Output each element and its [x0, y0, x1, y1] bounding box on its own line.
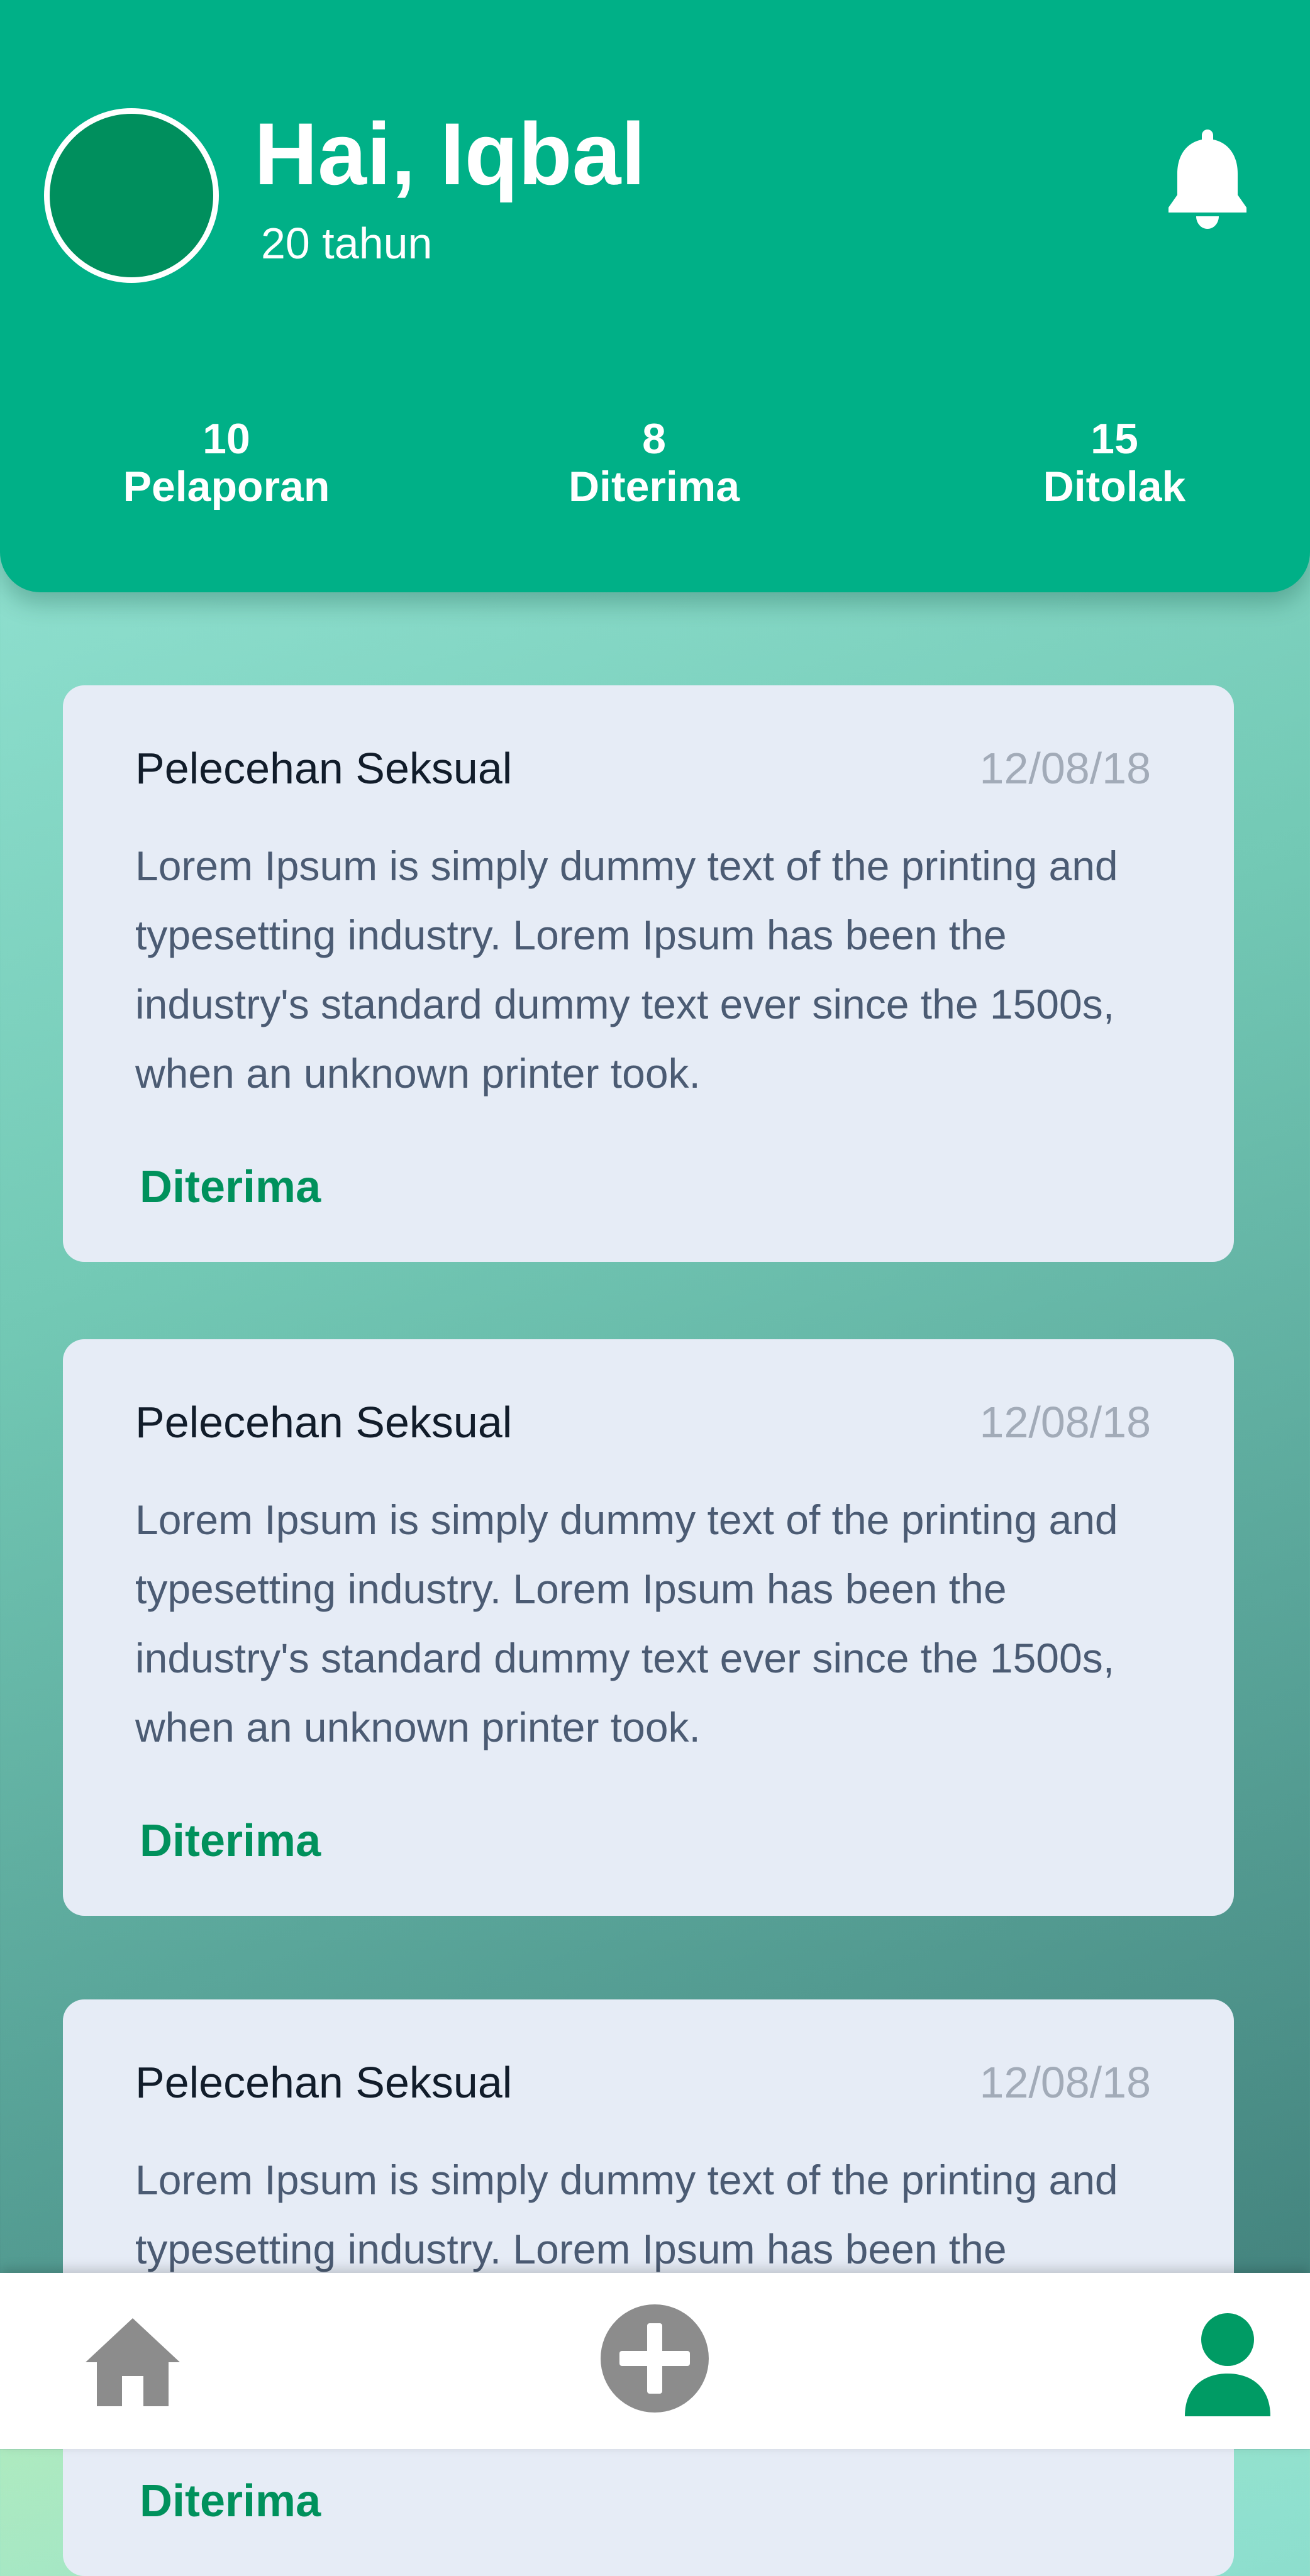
stat-value: 15 — [1091, 415, 1138, 463]
stat-value: 10 — [203, 415, 250, 463]
report-card[interactable]: Pelecehan Seksual 12/08/18 Lorem Ipsum i… — [63, 685, 1234, 1262]
stat-label: Ditolak — [1043, 463, 1186, 511]
greeting-title: Hai, Iqbal — [254, 104, 646, 203]
report-title: Pelecehan Seksual — [135, 2058, 513, 2107]
stat-ditolak[interactable]: 15 Ditolak — [982, 415, 1246, 511]
report-date: 12/08/18 — [979, 744, 1151, 793]
bell-icon[interactable] — [1163, 124, 1252, 231]
bottom-navigation — [0, 2273, 1310, 2449]
plus-circle-icon[interactable] — [599, 2303, 710, 2414]
report-description: Lorem Ipsum is simply dummy text of the … — [135, 843, 1118, 1097]
stat-value: 8 — [642, 415, 666, 463]
stat-diterima[interactable]: 8 Diterima — [522, 415, 786, 511]
report-title: Pelecehan Seksual — [135, 744, 513, 793]
report-date: 12/08/18 — [979, 2058, 1151, 2107]
profile-header: Hai, Iqbal 20 tahun 10 Pelaporan 8 Diter… — [0, 0, 1310, 592]
report-status[interactable]: Diterima — [140, 2474, 321, 2528]
user-icon[interactable] — [1182, 2311, 1273, 2416]
stat-label: Pelaporan — [123, 463, 330, 511]
stat-pelaporan[interactable]: 10 Pelaporan — [94, 415, 358, 511]
home-icon[interactable] — [80, 2311, 185, 2415]
user-age: 20 tahun — [261, 219, 433, 268]
report-date: 12/08/18 — [979, 1398, 1151, 1447]
avatar[interactable] — [44, 108, 219, 283]
report-title: Pelecehan Seksual — [135, 1398, 513, 1447]
report-description: Lorem Ipsum is simply dummy text of the … — [135, 1496, 1118, 1750]
report-status[interactable]: Diterima — [140, 1814, 321, 1868]
stat-label: Diterima — [568, 463, 740, 511]
report-card[interactable]: Pelecehan Seksual 12/08/18 Lorem Ipsum i… — [63, 1339, 1234, 1916]
report-status[interactable]: Diterima — [140, 1160, 321, 1214]
